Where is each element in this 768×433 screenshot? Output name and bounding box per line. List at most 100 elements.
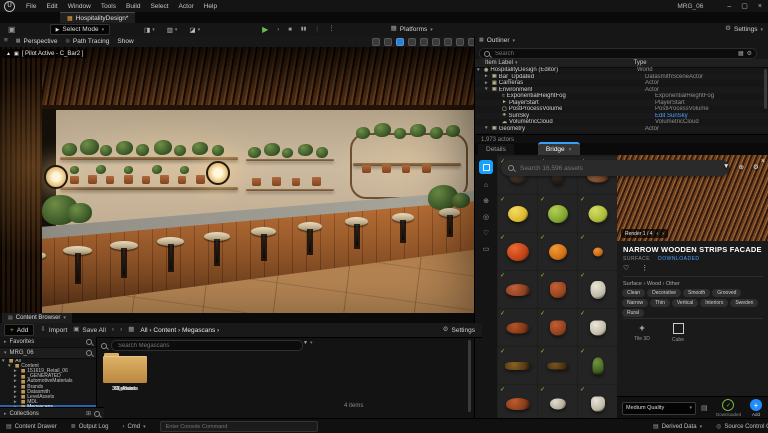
- asset-thumbnail[interactable]: ✓: [538, 347, 577, 384]
- tag-pill[interactable]: Thin: [650, 299, 670, 307]
- search-icon[interactable]: [86, 350, 92, 356]
- menu-item[interactable]: Edit: [41, 3, 62, 10]
- menu-item[interactable]: File: [21, 3, 41, 10]
- history-forward-icon[interactable]: ›: [120, 326, 122, 334]
- expand-chevron-icon[interactable]: ▾: [485, 87, 490, 92]
- filter-funnel-icon[interactable]: ▼: [723, 163, 729, 171]
- bridge-settings-icon[interactable]: ⚙: [753, 163, 759, 171]
- asset-thumbnail[interactable]: ✓: [578, 271, 617, 308]
- derived-data-button[interactable]: ▤ Derived Data ▾: [653, 424, 702, 430]
- column-type[interactable]: Type: [634, 60, 647, 66]
- outliner-search-input[interactable]: [493, 49, 735, 58]
- tag-pill[interactable]: Narrow: [622, 299, 649, 307]
- cb-settings-button[interactable]: ⚙ Settings: [443, 326, 475, 333]
- skip-button[interactable]: ›: [277, 27, 279, 33]
- close-card-icon[interactable]: ×: [761, 158, 765, 165]
- minimize-button[interactable]: –: [727, 3, 731, 10]
- more-options-icon[interactable]: ⋮: [641, 264, 648, 272]
- outliner-scrollbar[interactable]: [764, 69, 767, 109]
- asset-thumbnail[interactable]: ✓: [578, 309, 617, 346]
- fab-logo[interactable]: [479, 160, 493, 174]
- select-mode-dropdown[interactable]: ▶ Select Mode ▾: [49, 24, 111, 35]
- save-icon[interactable]: ▣: [8, 25, 16, 34]
- asset-thumbnail[interactable]: ✓: [498, 271, 537, 308]
- outliner-search[interactable]: ▦ ⚙: [479, 48, 757, 59]
- expand-chevron-icon[interactable]: ▸: [485, 74, 490, 79]
- menu-item[interactable]: Help: [199, 3, 222, 10]
- bridge-search[interactable]: [501, 160, 729, 176]
- maximize-button[interactable]: ▢: [741, 2, 748, 10]
- quality-select[interactable]: Medium Quality ▾: [622, 401, 696, 415]
- viewport[interactable]: ≡ ▦ Perspective ◎ Path Tracing Show ▲ ▣ [ …: [0, 36, 474, 313]
- add-asset-button[interactable]: + Add: [750, 399, 762, 417]
- local-assets-icon[interactable]: ▭: [483, 245, 490, 253]
- cmd-dropdown[interactable]: › Cmd ▾: [122, 424, 145, 430]
- next-render-icon[interactable]: ›: [662, 231, 664, 237]
- menu-item[interactable]: Actor: [174, 3, 199, 10]
- outliner-settings-icon[interactable]: ⚙: [747, 51, 752, 57]
- viewport-scene[interactable]: [0, 47, 474, 313]
- asset-thumbnail[interactable]: ✓: [578, 195, 617, 232]
- bridge-search-input[interactable]: [518, 163, 722, 173]
- cb-search-input[interactable]: [116, 341, 298, 350]
- modes-dropdown-3[interactable]: ◪ ▾: [189, 26, 200, 34]
- asset-thumbnail[interactable]: ✓: [538, 271, 577, 308]
- source-control-button[interactable]: ◎ Source Control Off: [716, 424, 768, 430]
- asset-thumbnail[interactable]: ✓: [498, 385, 537, 418]
- close-tab-icon[interactable]: ×: [569, 147, 572, 153]
- viewport-stat-icons[interactable]: [372, 37, 474, 46]
- add-button[interactable]: + Add: [4, 324, 35, 336]
- tag-pill[interactable]: Decorative: [647, 289, 681, 297]
- tag-pill[interactable]: Smooth: [682, 289, 711, 297]
- tag-pill[interactable]: Clean: [622, 289, 646, 297]
- favorite-heart-icon[interactable]: ♡: [623, 264, 629, 272]
- pause-button[interactable]: ▮▮: [301, 27, 307, 32]
- breadcrumb[interactable]: All › Content › Megascans ›: [140, 327, 219, 334]
- asset-search[interactable]: [111, 340, 303, 351]
- asset-thumbnail[interactable]: ✓: [578, 233, 617, 270]
- favorites-section[interactable]: ▸ Favorites: [0, 337, 96, 348]
- outliner-tab[interactable]: ▦ Outliner ▾: [479, 37, 515, 44]
- asset-thumbnail[interactable]: ✓: [538, 309, 577, 346]
- folder-options-icon[interactable]: ▦: [738, 51, 744, 57]
- asset-thumbnail[interactable]: ✓: [578, 347, 617, 384]
- tag-pill[interactable]: Sweden: [730, 299, 759, 307]
- modes-dropdown-2[interactable]: ▥ ▾: [167, 26, 178, 34]
- asset-thumbnail[interactable]: ✓: [578, 385, 617, 418]
- perspective-dropdown[interactable]: ▦ Perspective: [16, 38, 58, 45]
- outliner-row[interactable]: ▾ ▣ Geometry Actor: [475, 125, 768, 132]
- expand-chevron-icon[interactable]: ▾: [485, 126, 490, 131]
- asset-thumbnail[interactable]: ✓: [498, 309, 537, 346]
- modes-dropdown-1[interactable]: ◨ ▾: [144, 26, 155, 34]
- expand-chevron-icon[interactable]: ▾: [477, 67, 482, 73]
- import-button[interactable]: ⇩ Import: [40, 326, 67, 333]
- search-icon[interactable]: [101, 343, 107, 349]
- platforms-dropdown[interactable]: ▦ Platforms ▾: [391, 26, 433, 33]
- expand-chevron-icon[interactable]: ▸: [485, 80, 490, 86]
- play-button[interactable]: ▶: [262, 25, 268, 34]
- asset-thumbnail[interactable]: ✓: [498, 233, 537, 270]
- asset-thumbnail[interactable]: ✓: [498, 347, 537, 384]
- history-back-icon[interactable]: ‹: [112, 326, 114, 334]
- project-section[interactable]: ▾ MRG_06: [0, 348, 96, 359]
- tag-pill[interactable]: Grooved: [712, 289, 742, 297]
- stop-button[interactable]: ■: [288, 27, 292, 33]
- play-options-icon[interactable]: ⋮: [328, 26, 335, 33]
- content-browser-tab[interactable]: ▤ Content Browser ▾: [2, 313, 72, 323]
- save-all-button[interactable]: ▣ Save All: [73, 326, 106, 333]
- view-mode-dropdown[interactable]: ◎ Path Tracing: [66, 38, 110, 45]
- menu-item[interactable]: Window: [63, 3, 96, 10]
- asset-breadcrumb[interactable]: Surface › Wood › Other: [623, 281, 680, 287]
- viewport-menu-icon[interactable]: ≡: [4, 38, 8, 45]
- tag-pill[interactable]: Vertical: [671, 299, 699, 307]
- output-log-button[interactable]: ≣ Output Log: [71, 424, 109, 430]
- search-icon[interactable]: [86, 339, 92, 345]
- eject-icon[interactable]: ▲: [6, 51, 11, 57]
- tab-details[interactable]: Details: [478, 144, 514, 155]
- quality-info-icon[interactable]: ▤: [701, 405, 708, 412]
- expand-chevron-icon[interactable]: ▾: [2, 359, 7, 364]
- tab-bridge[interactable]: Bridge ×: [537, 142, 580, 155]
- settings-dropdown[interactable]: ⚙ Settings ▾: [725, 26, 763, 33]
- add-content-icon[interactable]: ⊕: [483, 197, 489, 205]
- content-drawer-button[interactable]: ▤ Content Drawer: [6, 424, 57, 430]
